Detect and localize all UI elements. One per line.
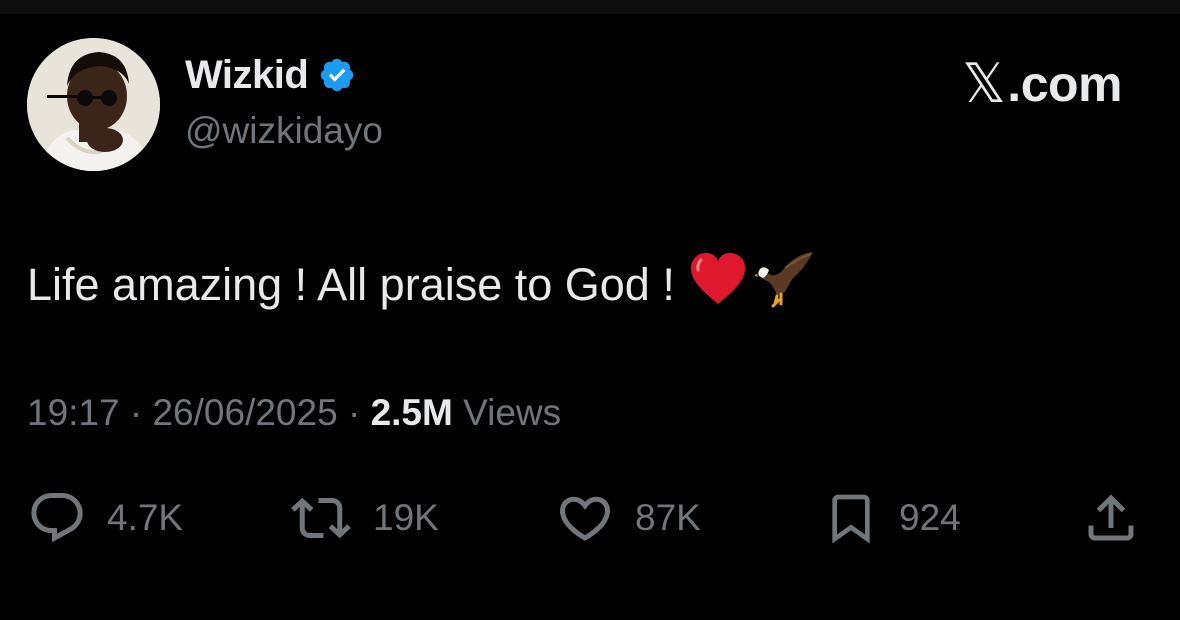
user-handle[interactable]: @wizkidayo	[185, 110, 383, 152]
top-bar	[0, 0, 1180, 14]
tweet-text: Life amazing ! All praise to God !	[27, 248, 817, 321]
red-heart-emoji-icon	[689, 252, 747, 317]
views-count: 2.5M	[370, 392, 453, 433]
repost-button[interactable]: 19K	[289, 488, 439, 548]
share-button[interactable]	[1081, 488, 1141, 548]
reply-count: 4.7K	[107, 497, 184, 538]
tweet-date[interactable]: 26/06/2025	[152, 392, 337, 433]
heart-icon	[555, 488, 615, 548]
repost-count: 19K	[373, 497, 439, 538]
display-name[interactable]: Wizkid	[185, 53, 309, 98]
tweet-time[interactable]: 19:17	[27, 392, 120, 433]
brand-logo: 𝕏 .com	[962, 52, 1122, 115]
meta-separator-2: ·	[347, 392, 361, 433]
like-count: 87K	[635, 497, 701, 538]
reply-button[interactable]: 4.7K	[27, 488, 183, 548]
repost-icon	[289, 488, 353, 548]
share-icon	[1081, 488, 1141, 548]
bookmark-button[interactable]: 924	[823, 488, 961, 548]
bookmark-icon	[823, 486, 879, 550]
x-logo-icon: 𝕏	[962, 54, 1006, 114]
meta-separator: ·	[129, 392, 143, 433]
bookmark-count: 924	[899, 497, 961, 538]
avatar[interactable]	[27, 38, 160, 171]
eagle-emoji-icon	[753, 248, 817, 321]
views-label: Views	[463, 392, 562, 433]
brand-domain: .com	[1007, 55, 1122, 112]
like-button[interactable]: 87K	[555, 488, 701, 548]
tweet-text-content: Life amazing ! All praise to God !	[27, 258, 675, 310]
author-name-row[interactable]: Wizkid	[185, 52, 356, 98]
tweet-actions: 4.7K 19K 87K 924	[27, 488, 1147, 548]
reply-icon	[27, 488, 87, 548]
verified-badge-icon	[318, 56, 356, 94]
tweet-meta: 19:17 · 26/06/2025 · 2.5M Views	[27, 392, 561, 434]
